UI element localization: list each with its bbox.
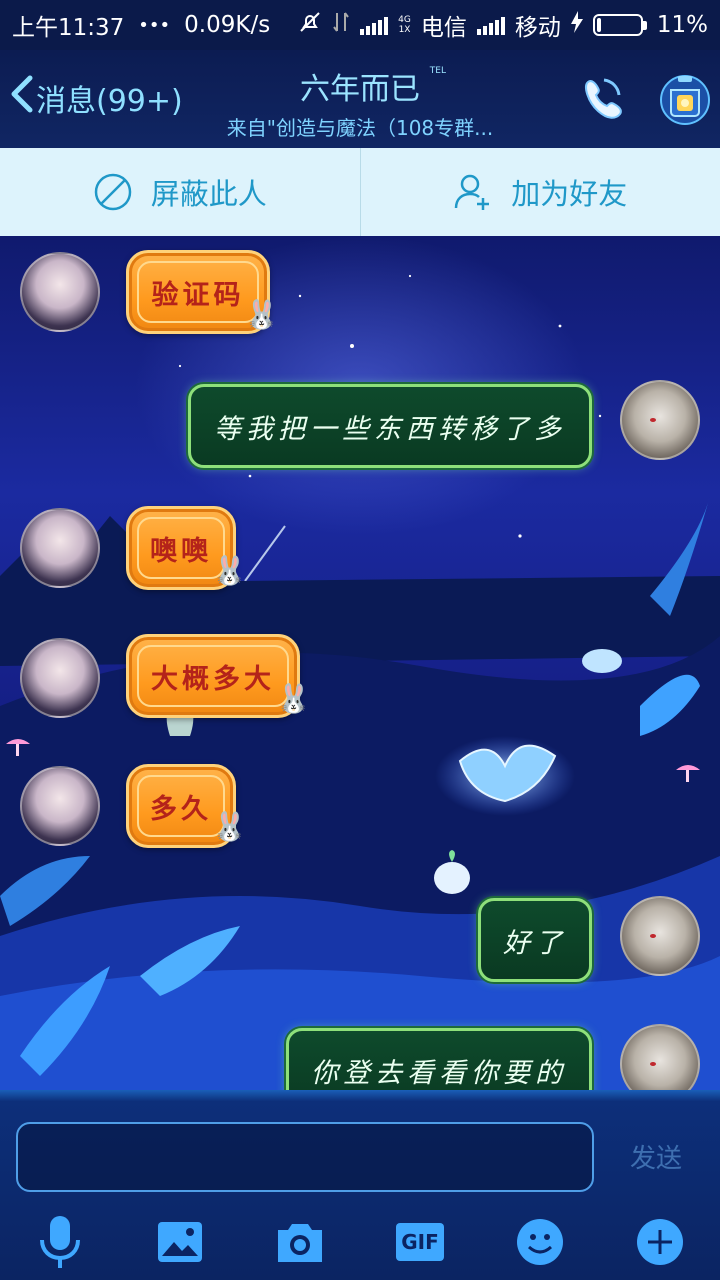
title-badge: TEL bbox=[429, 66, 446, 76]
charging-bolt-icon bbox=[570, 11, 583, 39]
message-text: 你登去看看你要的 bbox=[311, 1057, 567, 1089]
gif-label: GIF bbox=[401, 1230, 439, 1254]
bunny-decoration-icon: 🐰 bbox=[212, 554, 247, 587]
data-transfer-icon bbox=[332, 10, 350, 40]
chat-subtitle: 来自"创造与魔法（108专群... bbox=[226, 116, 494, 140]
image-icon bbox=[158, 1222, 202, 1262]
chevron-left-icon bbox=[8, 74, 34, 122]
carrier-2: 移动 bbox=[514, 15, 561, 41]
block-icon bbox=[94, 173, 131, 211]
status-time: 上午11:37 bbox=[12, 15, 125, 41]
camera-button[interactable] bbox=[272, 1214, 328, 1270]
send-button[interactable]: 发送 bbox=[614, 1138, 698, 1178]
status-bar: 上午11:37 ••• 0.09K/s 4G 1X 电信 移动 11% bbox=[0, 0, 720, 50]
back-label: 消息(99+) bbox=[36, 84, 183, 119]
message-row: 你登去看看你要的 bbox=[0, 1020, 720, 1090]
chat-title: 六年而已 bbox=[300, 72, 420, 107]
my-avatar[interactable] bbox=[620, 380, 700, 460]
add-friend-button[interactable]: 加为好友 bbox=[361, 148, 720, 236]
block-user-button[interactable]: 屏蔽此人 bbox=[0, 148, 360, 236]
call-button[interactable] bbox=[574, 72, 630, 128]
gif-icon: GIF bbox=[396, 1223, 444, 1261]
camera-icon bbox=[278, 1224, 322, 1262]
lantern-icon bbox=[660, 75, 710, 125]
message-row: 验证码 🐰 bbox=[0, 236, 720, 346]
battery-icon bbox=[592, 14, 647, 36]
gif-button[interactable]: GIF bbox=[392, 1214, 448, 1270]
input-bar: 发送 GIF bbox=[0, 1090, 720, 1280]
my-avatar[interactable] bbox=[620, 896, 700, 976]
emoji-button[interactable] bbox=[512, 1214, 568, 1270]
outgoing-message-bubble[interactable]: 你登去看看你要的 bbox=[286, 1028, 592, 1090]
battery-percent: 11% bbox=[656, 12, 708, 38]
message-text: 验证码 bbox=[151, 279, 245, 311]
signal-bars-2-icon bbox=[476, 15, 505, 35]
add-friend-label: 加为好友 bbox=[511, 177, 628, 211]
network-type: 4G 1X bbox=[398, 15, 411, 35]
phone-icon bbox=[585, 78, 622, 119]
bunny-decoration-icon: 🐰 bbox=[244, 298, 279, 331]
message-row: 大概多大 🐰 bbox=[0, 626, 720, 736]
outgoing-message-bubble[interactable]: 好了 bbox=[478, 898, 592, 982]
message-text: 大概多大 bbox=[151, 663, 275, 695]
message-row: 噢噢 🐰 bbox=[0, 496, 720, 606]
microphone-icon bbox=[40, 1216, 80, 1268]
status-net-speed: 0.09K/s bbox=[184, 12, 271, 38]
message-text: 好了 bbox=[503, 927, 567, 959]
carrier-1: 电信 bbox=[420, 15, 467, 41]
add-user-icon bbox=[454, 174, 490, 210]
back-button[interactable]: 消息(99+) bbox=[8, 72, 183, 124]
contact-avatar[interactable] bbox=[20, 508, 100, 588]
network-type-top: 4G bbox=[398, 15, 411, 25]
contact-avatar[interactable] bbox=[20, 638, 100, 718]
contact-avatar[interactable] bbox=[20, 766, 100, 846]
profile-lantern-button[interactable] bbox=[656, 68, 714, 128]
chat-title-block[interactable]: 六年而已 TEL 来自"创造与魔法（108专群... bbox=[180, 64, 540, 141]
stranger-action-bar: 屏蔽此人 加为好友 bbox=[0, 148, 720, 236]
network-type-bottom: 1X bbox=[398, 25, 411, 35]
plus-icon bbox=[637, 1219, 683, 1265]
message-row: 多久 🐰 bbox=[0, 756, 720, 866]
chat-messages-area[interactable]: 验证码 🐰 等我把一些东西转移了多 噢噢 🐰 大概多大 🐰 多久 🐰 好了 你登… bbox=[0, 236, 720, 1090]
message-row: 好了 bbox=[0, 890, 720, 1000]
message-text: 多久 bbox=[150, 793, 212, 825]
chat-header: 消息(99+) 六年而已 TEL 来自"创造与魔法（108专群... bbox=[0, 50, 720, 148]
more-button[interactable] bbox=[632, 1214, 688, 1270]
block-user-label: 屏蔽此人 bbox=[150, 177, 267, 211]
bunny-decoration-icon: 🐰 bbox=[276, 682, 311, 715]
message-text: 噢噢 bbox=[150, 535, 212, 567]
voice-button[interactable] bbox=[32, 1214, 88, 1270]
bunny-decoration-icon: 🐰 bbox=[212, 810, 247, 843]
image-button[interactable] bbox=[152, 1214, 208, 1270]
contact-avatar[interactable] bbox=[20, 252, 100, 332]
mute-bell-icon bbox=[298, 10, 322, 40]
message-row: 等我把一些东西转移了多 bbox=[0, 376, 720, 486]
outgoing-message-bubble[interactable]: 等我把一些东西转移了多 bbox=[188, 384, 592, 468]
signal-bars-icon bbox=[360, 15, 389, 35]
status-more-dots: ••• bbox=[138, 14, 171, 36]
emoji-icon bbox=[517, 1219, 563, 1265]
message-input[interactable] bbox=[16, 1122, 594, 1192]
message-text: 等我把一些东西转移了多 bbox=[214, 413, 566, 445]
incoming-message-bubble[interactable]: 大概多大 bbox=[126, 634, 300, 718]
my-avatar[interactable] bbox=[620, 1024, 700, 1090]
